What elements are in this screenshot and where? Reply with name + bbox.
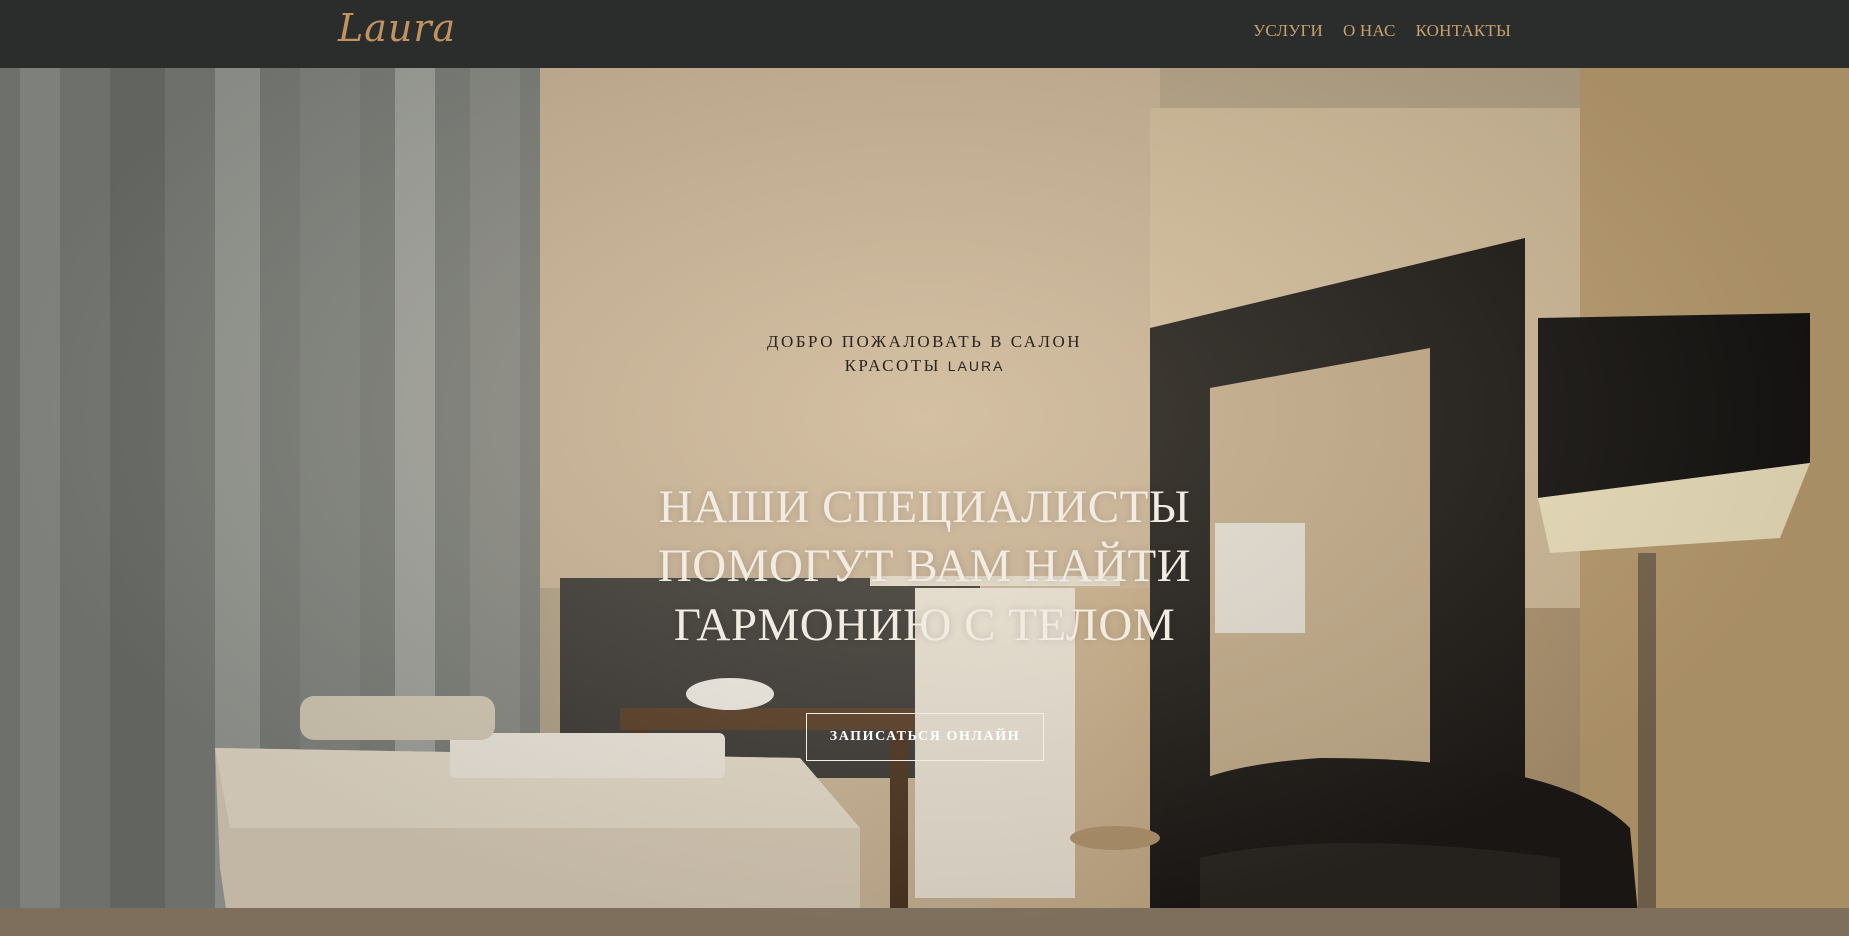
hero-section: ДОБРО ПОЖАЛОВАТЬ В САЛОН КРАСОТЫ LAURA Н… — [0, 68, 1849, 936]
hero-headline: НАШИ СПЕЦИАЛИСТЫ ПОМОГУТ ВАМ НАЙТИ ГАРМО… — [0, 478, 1849, 655]
headline-line-2: ПОМОГУТ ВАМ НАЙТИ — [657, 540, 1192, 592]
nav-link-services[interactable]: УСЛУГИ — [1253, 21, 1323, 41]
welcome-line-2: КРАСОТЫ LAURA — [0, 354, 1849, 378]
site-header: Laura УСЛУГИ О НАС КОНТАКТЫ — [0, 0, 1849, 68]
hero-welcome-text: ДОБРО ПОЖАЛОВАТЬ В САЛОН КРАСОТЫ LAURA — [0, 330, 1849, 378]
nav-link-about[interactable]: О НАС — [1343, 21, 1396, 41]
book-online-button[interactable]: ЗАПИСАТЬСЯ ОНЛАЙН — [806, 713, 1044, 761]
welcome-line-2-prefix: КРАСОТЫ — [844, 356, 948, 375]
site-logo[interactable]: Laura — [338, 6, 456, 50]
main-nav: УСЛУГИ О НАС КОНТАКТЫ — [1253, 21, 1511, 41]
headline-line-3: ГАРМОНИЮ С ТЕЛОМ — [673, 599, 1176, 651]
welcome-brand: LAURA — [947, 358, 1005, 374]
welcome-line-1: ДОБРО ПОЖАЛОВАТЬ В САЛОН — [766, 332, 1083, 351]
nav-link-contacts[interactable]: КОНТАКТЫ — [1416, 21, 1511, 41]
headline-line-1: НАШИ СПЕЦИАЛИСТЫ — [658, 481, 1191, 533]
